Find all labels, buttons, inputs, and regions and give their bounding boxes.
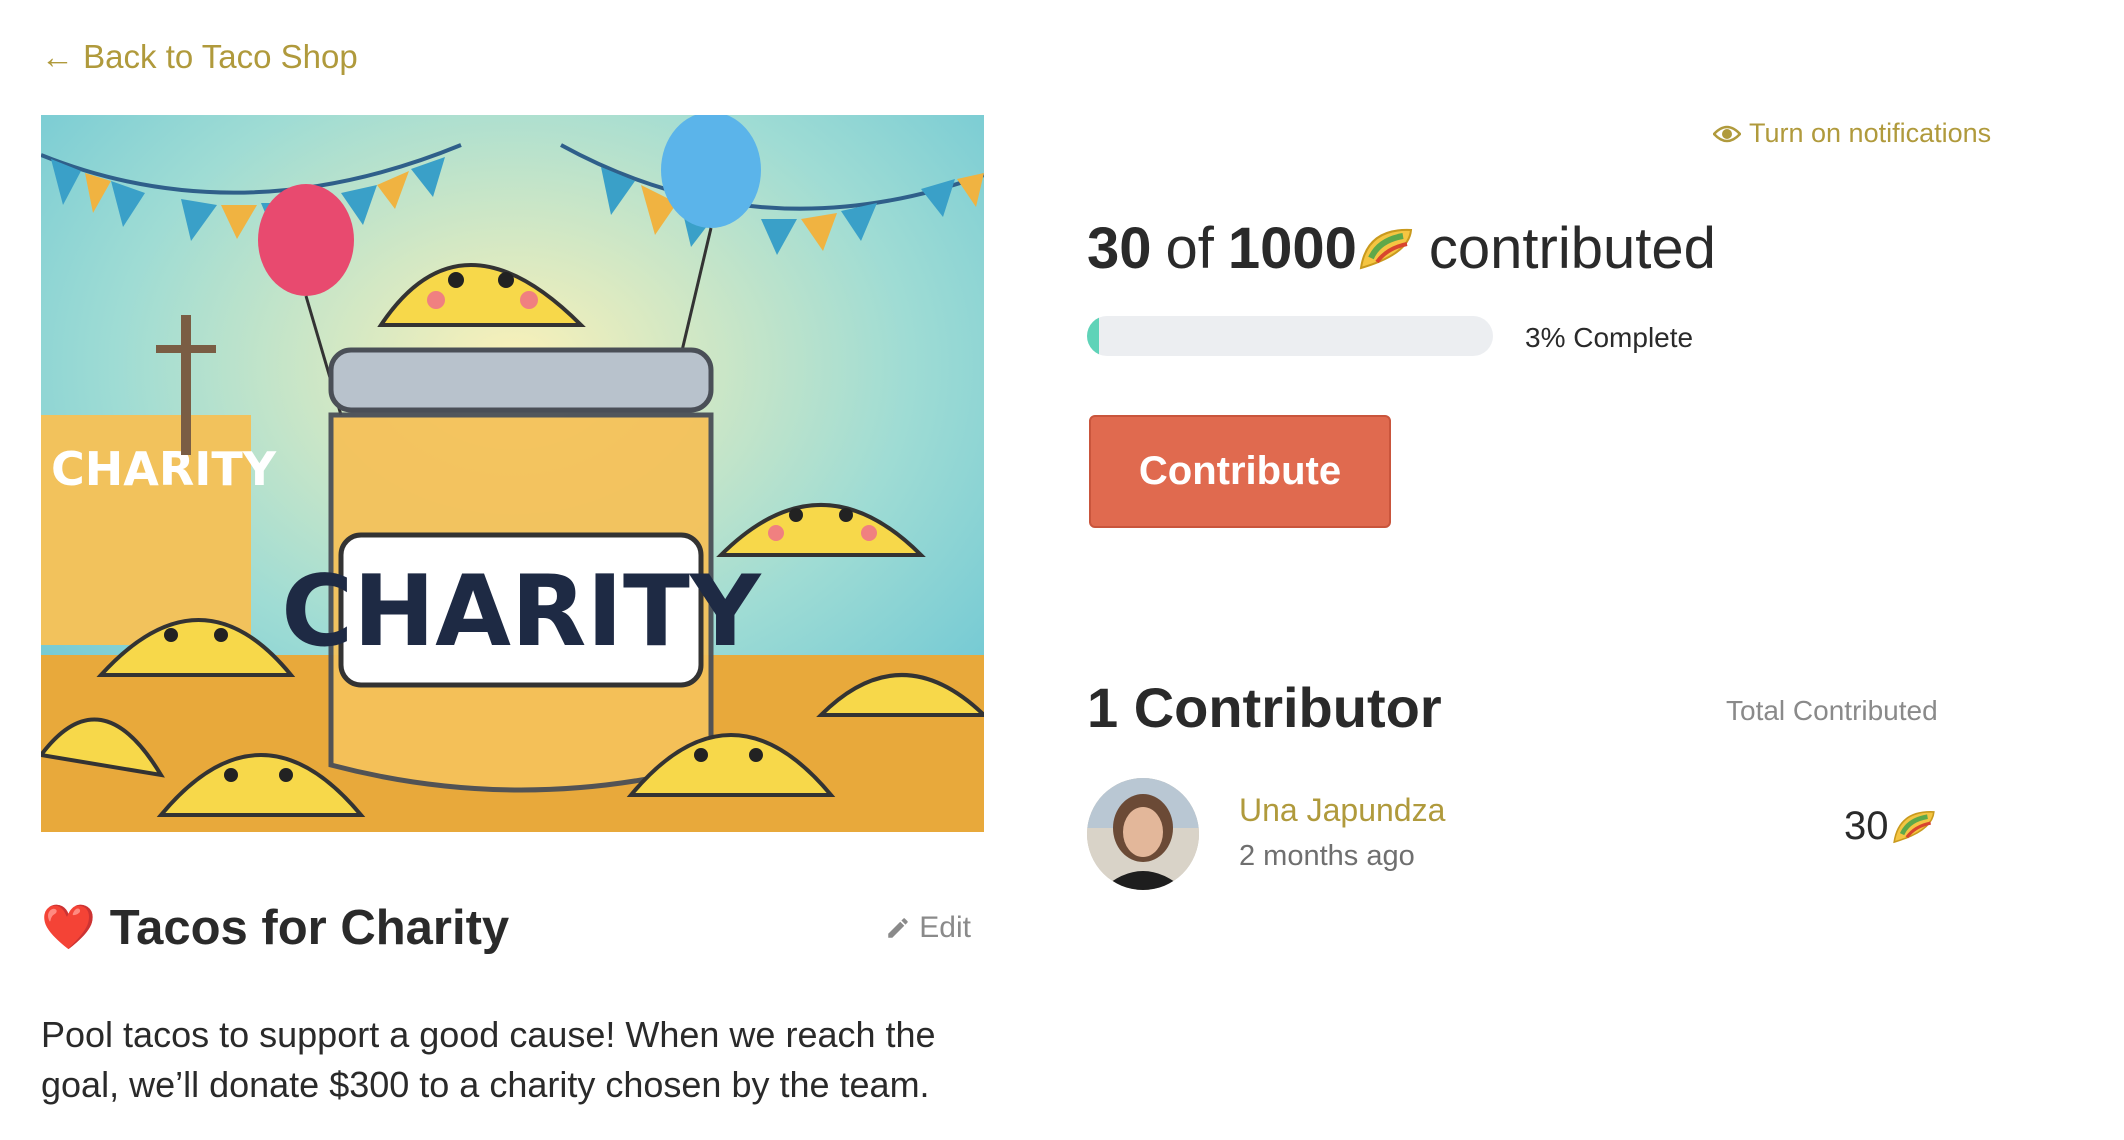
pencil-icon	[888, 918, 909, 938]
contributed-count: 30	[1087, 216, 1152, 281]
back-to-shop-link[interactable]: ← Back to Taco Shop	[41, 38, 358, 76]
goal-title-row: ❤️ Tacos for Charity Edit	[41, 900, 971, 956]
notifications-label: Turn on notifications	[1749, 118, 1992, 148]
svg-text:CHARITY: CHARITY	[51, 442, 277, 496]
edit-button[interactable]: Edit	[885, 911, 971, 945]
turn-on-notifications-link[interactable]: Turn on notifications	[1713, 118, 1991, 149]
contributor-name[interactable]: Una Japundza	[1239, 792, 1445, 829]
contributor-amount-value: 30	[1844, 804, 1889, 848]
goal-title-group: ❤️ Tacos for Charity	[41, 900, 509, 956]
edit-label: Edit	[919, 911, 971, 944]
eye-icon	[1713, 125, 1741, 142]
target-count: 1000	[1227, 216, 1357, 281]
taco-icon	[1892, 810, 1935, 843]
heart-icon: ❤️	[41, 903, 96, 952]
goal-description: Pool tacos to support a good cause! When…	[41, 1014, 936, 1105]
progress-bar	[1087, 316, 1493, 356]
avatar[interactable]	[1087, 778, 1199, 890]
progress-heading: 30 of 1000 contributed	[1087, 215, 1716, 282]
goal-title: Tacos for Charity	[109, 901, 510, 955]
contributor-time: 2 months ago	[1239, 840, 1415, 872]
goal-hero-image: CHARITY CHARITY	[41, 115, 984, 832]
progress-suffix: contributed	[1428, 216, 1716, 281]
contributor-amount: 30	[1844, 804, 1937, 849]
total-contributed-label: Total Contributed	[1726, 695, 1938, 726]
progress-of: of	[1165, 216, 1214, 281]
svg-text:CHARITY: CHARITY	[281, 555, 762, 669]
progress-fill	[1087, 316, 1100, 356]
contributor-row: Una Japundza 2 months ago 30	[1087, 778, 1957, 890]
progress-percent-label: 3% Complete	[1525, 322, 1694, 353]
taco-icon	[1359, 228, 1413, 269]
contributors-heading: 1 Contributor	[1087, 676, 1442, 739]
contribute-button[interactable]: Contribute	[1089, 415, 1391, 528]
